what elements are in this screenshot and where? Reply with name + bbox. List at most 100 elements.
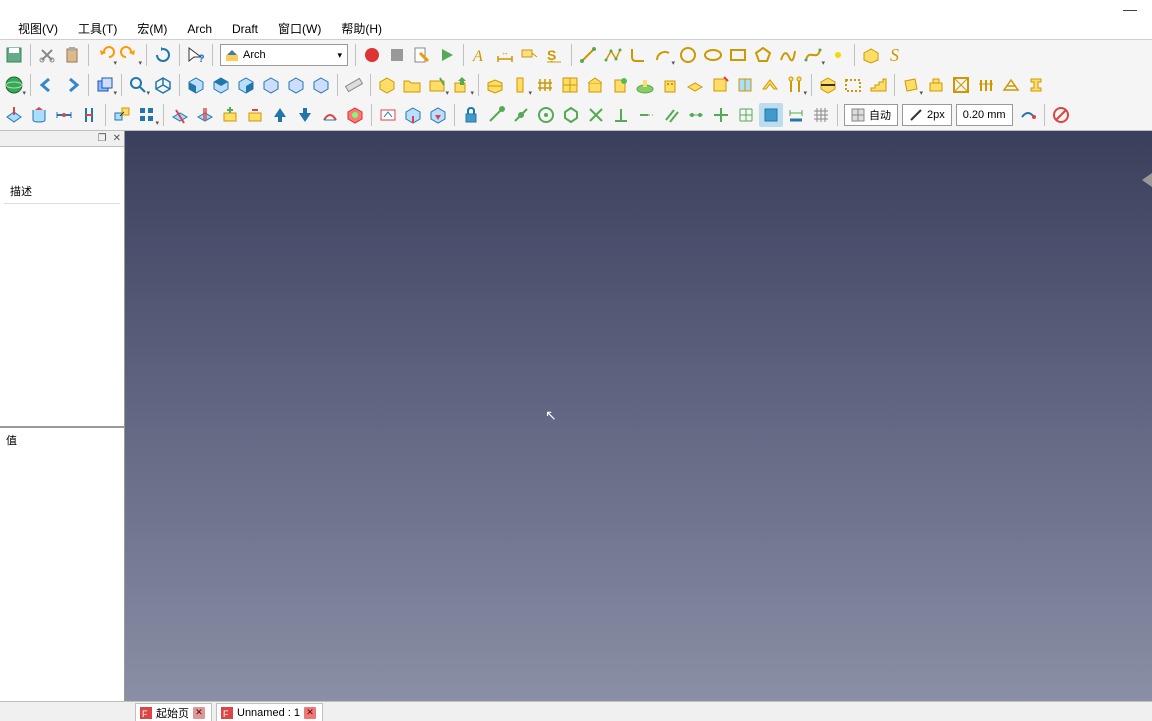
roof-button[interactable] (758, 73, 782, 97)
nav-back-button[interactable] (35, 73, 59, 97)
redo-button[interactable] (118, 43, 142, 67)
wp-center-button[interactable] (52, 103, 76, 127)
menu-tools[interactable]: 工具(T) (68, 18, 127, 39)
arc-button[interactable] (651, 43, 675, 67)
curtainwall-button[interactable] (558, 73, 582, 97)
snap-wp-button[interactable] (759, 103, 783, 127)
menu-arch[interactable]: Arch (177, 20, 222, 38)
cut-plane-button[interactable] (193, 103, 217, 127)
panel-float-button[interactable]: ❐ (98, 133, 107, 144)
minimize-button[interactable]: — (1123, 1, 1137, 17)
snap-grid-button[interactable] (734, 103, 758, 127)
cut-line-button[interactable] (168, 103, 192, 127)
workbench-selector[interactable]: Arch (220, 44, 348, 66)
menu-help[interactable]: 帮助(H) (331, 18, 392, 39)
menu-view[interactable]: 视图(V) (8, 18, 68, 39)
tab-doc-close[interactable]: ✕ (304, 707, 316, 719)
snap-perpendicular-button[interactable] (609, 103, 633, 127)
panel-close-button[interactable]: ✕ (113, 133, 121, 144)
right-view-button[interactable] (234, 73, 258, 97)
text-button[interactable]: A (468, 43, 492, 67)
bezier-button[interactable] (801, 43, 825, 67)
wp-top-button[interactable] (2, 103, 26, 127)
dimension-button[interactable]: ↔ (493, 43, 517, 67)
snap-extension-button[interactable] (634, 103, 658, 127)
wp-auto-button[interactable]: 自动 (844, 104, 898, 126)
buildingpart-button[interactable] (583, 73, 607, 97)
ellipse-button[interactable] (701, 43, 725, 67)
group-button[interactable] (400, 73, 424, 97)
cut-button[interactable] (35, 43, 59, 67)
link-button[interactable] (93, 73, 117, 97)
survey-button[interactable] (318, 103, 342, 127)
snap-midpoint-button[interactable] (509, 103, 533, 127)
macro-stop-button[interactable] (385, 43, 409, 67)
rear-view-button[interactable] (259, 73, 283, 97)
shape2d-button[interactable] (401, 103, 425, 127)
export-button[interactable] (450, 73, 474, 97)
wp-front-button[interactable] (27, 103, 51, 127)
tab-start[interactable]: F 起始页 ✕ (135, 703, 212, 721)
remove-button[interactable] (243, 103, 267, 127)
truss-button[interactable] (999, 73, 1023, 97)
snap-dims-button[interactable] (784, 103, 808, 127)
downgrade-button[interactable] (426, 103, 450, 127)
undo-button[interactable] (93, 43, 117, 67)
up-button[interactable] (268, 103, 292, 127)
zoom-button[interactable] (126, 73, 150, 97)
tree-view[interactable]: 描述 (0, 147, 124, 427)
add-button[interactable] (218, 103, 242, 127)
frame-button[interactable] (949, 73, 973, 97)
construction-button[interactable] (1016, 103, 1040, 127)
snap-endpoint-button[interactable] (484, 103, 508, 127)
stairs-button[interactable] (866, 73, 890, 97)
front-view-button[interactable] (184, 73, 208, 97)
line-width-button[interactable]: 2px (902, 104, 952, 126)
nav-style-button[interactable] (2, 73, 26, 97)
snap-angle-button[interactable] (559, 103, 583, 127)
shapestring-button[interactable]: Ṣ (543, 43, 567, 67)
circle-button[interactable] (676, 43, 700, 67)
label-button[interactable] (518, 43, 542, 67)
macro-record-button[interactable] (360, 43, 384, 67)
macro-play-button[interactable] (435, 43, 459, 67)
profile-button[interactable] (1024, 73, 1048, 97)
isometric-button[interactable] (151, 73, 175, 97)
fence-button[interactable] (974, 73, 998, 97)
move-button[interactable] (110, 103, 134, 127)
space-button[interactable] (841, 73, 865, 97)
menu-window[interactable]: 窗口(W) (268, 18, 331, 39)
no-button[interactable] (1049, 103, 1073, 127)
structure-button[interactable] (508, 73, 532, 97)
property-view[interactable]: 值 (0, 427, 124, 701)
wall-button[interactable] (483, 73, 507, 97)
menu-draft[interactable]: Draft (222, 20, 268, 38)
floor-button[interactable] (683, 73, 707, 97)
unit-button[interactable]: 0.20 mm (956, 104, 1013, 126)
wire-button[interactable] (601, 43, 625, 67)
snap-special-button[interactable] (684, 103, 708, 127)
draft2sketch-button[interactable] (376, 103, 400, 127)
panel-button[interactable] (899, 73, 923, 97)
navcube-handle[interactable] (1142, 173, 1152, 187)
snap-lock-button[interactable] (459, 103, 483, 127)
component-button[interactable] (425, 73, 449, 97)
snap-center-button[interactable] (534, 103, 558, 127)
snap-intersection-button[interactable] (584, 103, 608, 127)
snap-near-button[interactable] (709, 103, 733, 127)
shapestring2-button[interactable]: S (884, 43, 908, 67)
whatsthis-button[interactable]: ? (184, 43, 208, 67)
part-button[interactable] (375, 73, 399, 97)
measure-button[interactable] (342, 73, 366, 97)
line-button[interactable] (576, 43, 600, 67)
window-button[interactable] (733, 73, 757, 97)
snap-toggle-grid-button[interactable] (809, 103, 833, 127)
rebar-button[interactable] (533, 73, 557, 97)
down-button[interactable] (293, 103, 317, 127)
reference-button[interactable] (708, 73, 732, 97)
wp-side-button[interactable] (77, 103, 101, 127)
top-view-button[interactable] (209, 73, 233, 97)
snap-parallel-button[interactable] (659, 103, 683, 127)
sectionplane-button[interactable] (816, 73, 840, 97)
rectangle-button[interactable] (726, 43, 750, 67)
